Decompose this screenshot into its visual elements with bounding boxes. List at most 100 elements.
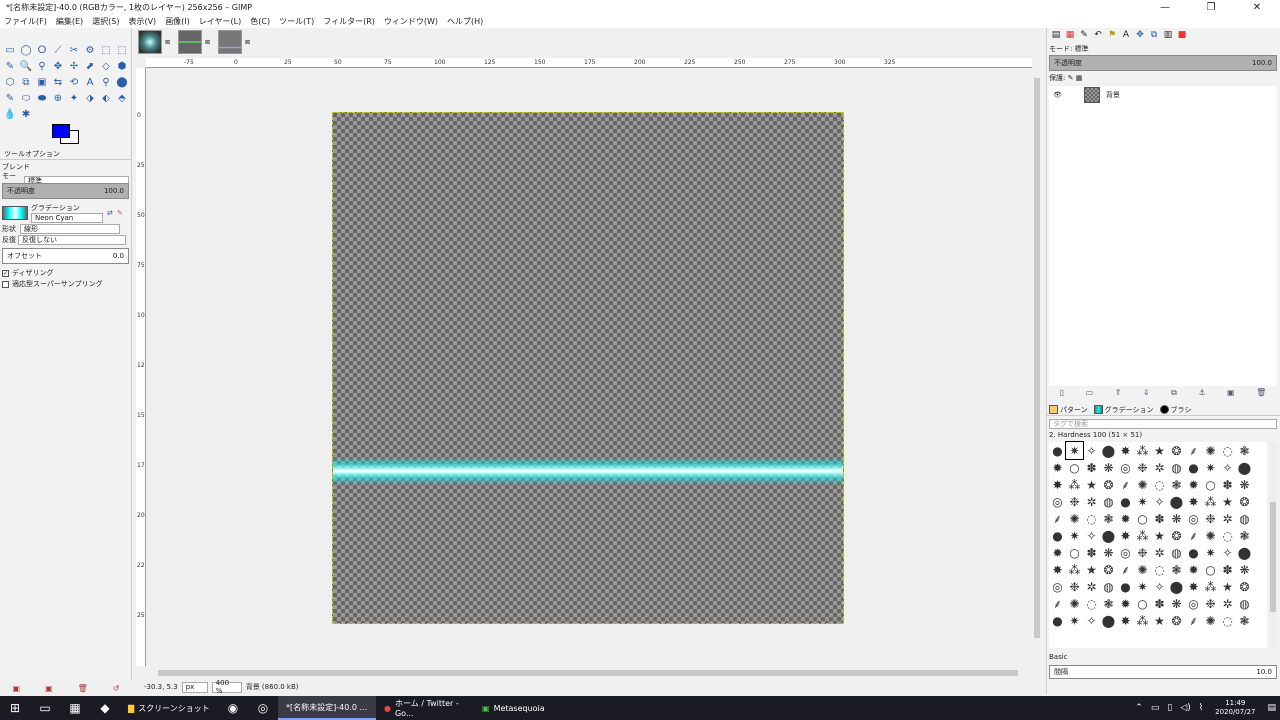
histogram-tab-icon[interactable]: ▥ xyxy=(1161,30,1175,42)
tool-icon[interactable]: ⬤ xyxy=(114,74,130,90)
brush-item[interactable]: ❉ xyxy=(1134,459,1151,476)
channels-tab-icon[interactable]: ▦ xyxy=(1063,30,1077,42)
tool-icon[interactable]: ⊕ xyxy=(50,90,66,106)
spacing-slider[interactable]: 間隔 10.0 xyxy=(1049,665,1277,679)
notification-icon[interactable]: ▤ xyxy=(1267,703,1276,713)
tool-icon[interactable]: 🔍 xyxy=(18,58,34,74)
calculator-icon[interactable]: ▦ xyxy=(60,701,90,715)
brush-item[interactable]: ❋ xyxy=(1236,476,1253,493)
tab-patterns[interactable]: パターン xyxy=(1049,405,1088,415)
brush-item[interactable]: ◍ xyxy=(1100,493,1117,510)
opacity-slider[interactable]: 不透明度 100.0 xyxy=(2,183,129,199)
brush-item[interactable]: ⸙ xyxy=(1185,442,1202,459)
tool-icon[interactable]: ⟋ xyxy=(50,42,66,58)
brush-item[interactable]: ⸙ xyxy=(1185,612,1202,629)
tab-gradients[interactable]: グラデーション xyxy=(1093,405,1154,415)
brush-item[interactable]: ○ xyxy=(1134,595,1151,612)
brush-item[interactable]: ✧ xyxy=(1083,442,1100,459)
brush-item[interactable]: ⬤ xyxy=(1236,544,1253,561)
tool-icon[interactable]: ▣ xyxy=(34,74,50,90)
offset-slider[interactable]: オフセット 0.0 xyxy=(2,248,129,264)
tool-icon[interactable]: ⇆ xyxy=(50,74,66,90)
brush-item[interactable]: ● xyxy=(1185,459,1202,476)
brush-item[interactable]: ★ xyxy=(1151,612,1168,629)
supersampling-row[interactable]: 適応型スーパーサンプリング xyxy=(2,279,129,289)
lock-pixels-icon[interactable]: ✎ xyxy=(1068,74,1074,82)
brush-item[interactable]: ★ xyxy=(1151,527,1168,544)
gradient-preview[interactable] xyxy=(2,206,28,220)
brush-item[interactable]: ❃ xyxy=(1236,442,1253,459)
app-icon[interactable]: ◆ xyxy=(90,701,120,715)
brush-item[interactable]: ✲ xyxy=(1083,493,1100,510)
brush-item[interactable]: ❉ xyxy=(1066,493,1083,510)
brush-item[interactable]: ✹ xyxy=(1049,544,1066,561)
brush-item[interactable]: ⬤ xyxy=(1100,527,1117,544)
brush-item[interactable]: ✷ xyxy=(1066,612,1083,629)
new-layer-icon[interactable]: ▯ xyxy=(1060,388,1064,398)
battery-icon[interactable]: ▭ xyxy=(1151,703,1160,713)
network-icon[interactable]: ▯ xyxy=(1167,703,1172,713)
layers-mode-value[interactable]: 標準 xyxy=(1075,45,1089,53)
brush-item[interactable]: ◌ xyxy=(1219,527,1236,544)
brush-item[interactable]: ★ xyxy=(1151,442,1168,459)
image-tab[interactable]: ⊠ xyxy=(176,28,216,56)
close-tab-icon[interactable]: ⊠ xyxy=(165,39,170,46)
brush-item[interactable]: ◍ xyxy=(1168,544,1185,561)
brush-item[interactable]: ◌ xyxy=(1219,442,1236,459)
brush-item[interactable]: ◍ xyxy=(1100,578,1117,595)
dither-row[interactable]: ✓ ディザリング xyxy=(2,268,129,278)
tool-icon[interactable]: ⬚ xyxy=(98,42,114,58)
tool-icon[interactable]: ⚲ xyxy=(98,74,114,90)
taskbar-item-chrome[interactable]: ● ホーム / Twitter - Go... xyxy=(376,696,474,720)
brush-item[interactable]: ❋ xyxy=(1168,595,1185,612)
brush-item[interactable]: ❋ xyxy=(1100,544,1117,561)
brush-item[interactable]: ❂ xyxy=(1236,493,1253,510)
brush-item[interactable]: ✽ xyxy=(1083,459,1100,476)
tool-icon[interactable]: ▭ xyxy=(2,42,18,58)
brush-item[interactable]: ✽ xyxy=(1083,544,1100,561)
brush-item[interactable]: ⁂ xyxy=(1134,527,1151,544)
brush-scrollbar[interactable] xyxy=(1269,442,1277,648)
fg-bg-colors[interactable] xyxy=(52,124,82,146)
brush-item[interactable]: ✧ xyxy=(1219,544,1236,561)
menu-help[interactable]: ヘルプ(H) xyxy=(447,16,483,27)
brush-item[interactable]: ✸ xyxy=(1185,493,1202,510)
lock-alpha-icon[interactable]: ▦ xyxy=(1076,74,1083,82)
brush-item[interactable]: ⁂ xyxy=(1066,561,1083,578)
brush-item[interactable]: ✲ xyxy=(1219,595,1236,612)
brush-item[interactable]: ❉ xyxy=(1134,544,1151,561)
layer-name[interactable]: 背景 xyxy=(1106,90,1120,100)
image-canvas[interactable] xyxy=(332,112,844,624)
brush-item[interactable]: ⸙ xyxy=(1049,595,1066,612)
brush-item[interactable]: ✲ xyxy=(1083,578,1100,595)
tool-icon[interactable]: 💧 xyxy=(2,106,18,122)
edit-gradient-icon[interactable]: ✎ xyxy=(117,209,123,217)
brush-item[interactable]: ⬤ xyxy=(1100,442,1117,459)
image-tab[interactable]: ⊠ xyxy=(216,28,256,56)
brush-item[interactable]: ✽ xyxy=(1151,595,1168,612)
brush-item[interactable]: ❂ xyxy=(1168,442,1185,459)
visibility-eye-icon[interactable]: 👁 xyxy=(1053,91,1062,99)
horizontal-ruler[interactable]: -75 0 25 50 75 100 125 150 175 200 225 250 275 300 325 xyxy=(146,58,1032,68)
brush-item[interactable]: ✹ xyxy=(1117,510,1134,527)
brush-item[interactable]: ◎ xyxy=(1049,578,1066,595)
brush-item[interactable]: ● xyxy=(1117,493,1134,510)
brush-item[interactable]: ❃ xyxy=(1236,527,1253,544)
brush-item[interactable]: ○ xyxy=(1066,544,1083,561)
brush-item[interactable]: ✲ xyxy=(1151,544,1168,561)
chevron-up-icon[interactable]: ⌃ xyxy=(1135,703,1143,713)
clock[interactable]: 11:49 2020/07/27 xyxy=(1215,699,1255,717)
brush-item[interactable]: ○ xyxy=(1066,459,1083,476)
brush-item[interactable]: ✸ xyxy=(1117,442,1134,459)
brush-item[interactable]: ⁂ xyxy=(1202,493,1219,510)
new-group-icon[interactable]: ▭ xyxy=(1086,388,1094,398)
tool-icon[interactable]: ✦ xyxy=(66,90,82,106)
brush-item[interactable]: ⁂ xyxy=(1134,612,1151,629)
layers-tab-icon[interactable]: ▤ xyxy=(1049,30,1063,42)
close-button[interactable]: ✕ xyxy=(1234,2,1280,13)
brush-item[interactable]: ❂ xyxy=(1100,561,1117,578)
taskbar-item-metasequoia[interactable]: ▣ Metasequoia xyxy=(474,696,572,720)
brush-item[interactable]: ◎ xyxy=(1049,493,1066,510)
brush-item[interactable]: ◌ xyxy=(1151,561,1168,578)
restore-options-icon[interactable]: ▣ xyxy=(45,684,53,693)
